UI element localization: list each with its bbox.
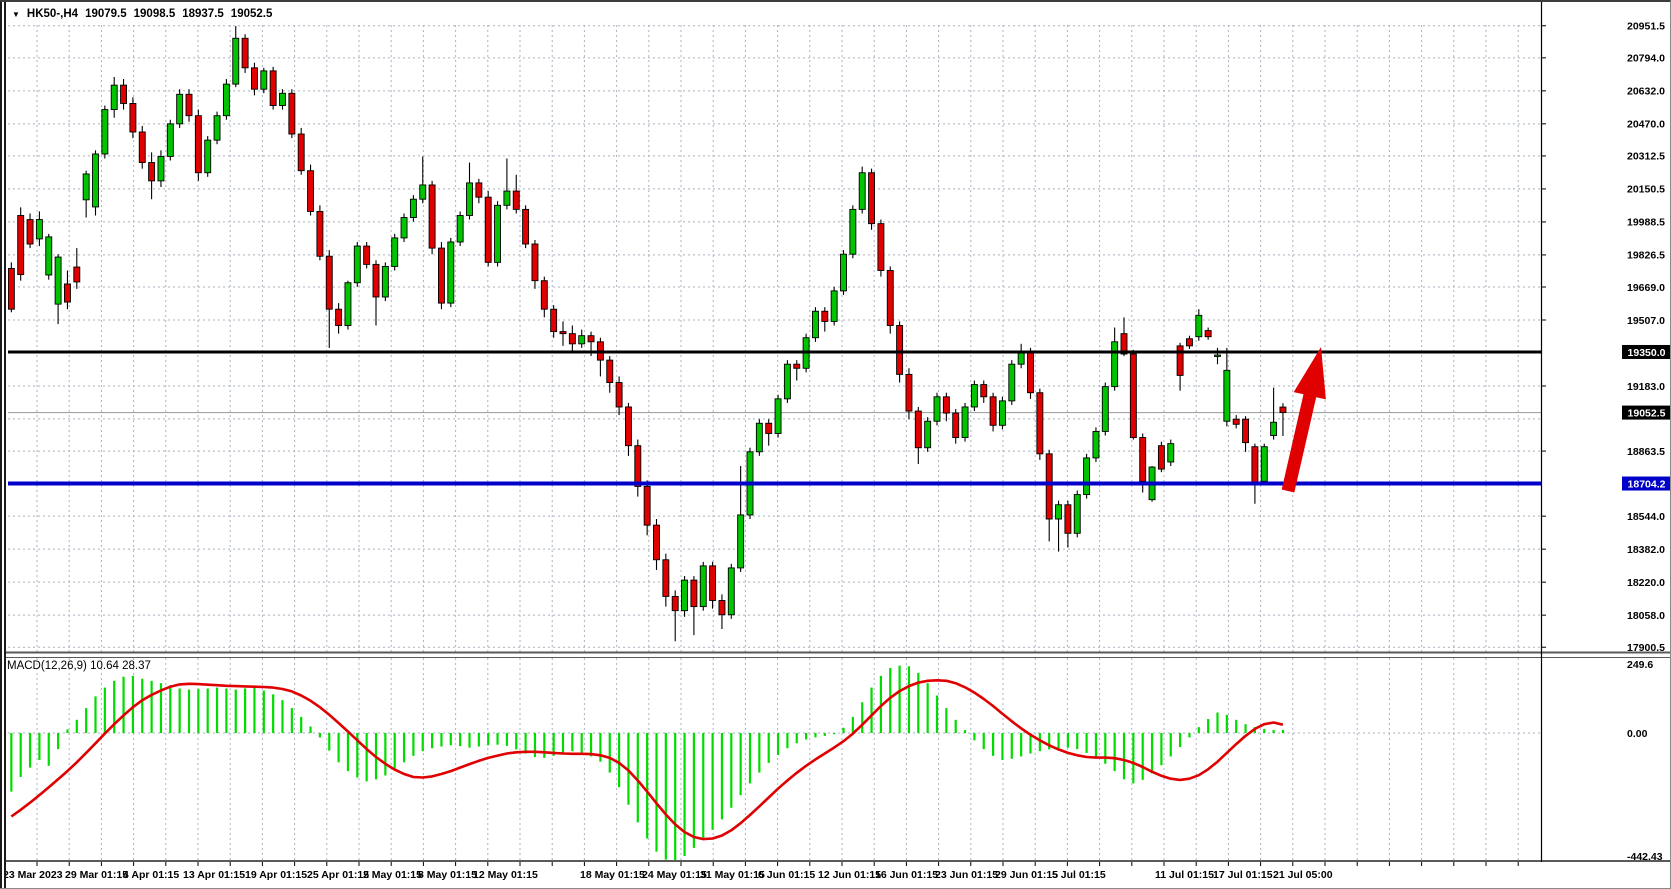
time-axis-label: 12 May 01:15: [473, 869, 538, 881]
price-badge-label: 18704.2: [1628, 478, 1666, 490]
time-axis-label: 24 May 01:15: [642, 869, 707, 881]
time-axis-label: 23 Jun 01:15: [935, 869, 998, 881]
price-badge-label: 19052.5: [1628, 407, 1666, 419]
time-axis-label: 16 Jun 01:15: [875, 869, 938, 881]
chart-title-bar: ▼ HK50-,H4 19079.5 19098.5 18937.5 19052…: [12, 6, 272, 22]
price-axis-label: 18863.5: [1627, 446, 1665, 458]
time-axis-label: 2 May 01:15: [363, 869, 422, 881]
time-axis-label: 13 Apr 01:15: [183, 869, 245, 881]
price-axis-label: 19507.0: [1627, 315, 1665, 327]
price-axis-label: 20794.0: [1627, 53, 1665, 65]
price-axis[interactable]: 20951.5 20794.0 20632.0 20470.0 20312.5 20150…: [1541, 2, 1671, 863]
price-axis-label: 20470.0: [1627, 119, 1665, 131]
price-axis-label: 18544.0: [1627, 511, 1665, 523]
time-axis-label: 4 Apr 01:15: [123, 869, 179, 881]
macd-main-value: 10.64: [90, 660, 119, 672]
time-axis-label: 8 May 01:15: [418, 869, 477, 881]
macd-axis-label: 0.00: [1627, 728, 1648, 740]
price-axis-label: 20632.0: [1627, 86, 1665, 98]
time-axis-label: 21 Jul 05:00: [1273, 869, 1333, 881]
up-arrow-annotation[interactable]: [1282, 347, 1326, 493]
ohlc-open: 19079.5: [85, 8, 127, 20]
time-axis[interactable]: 23 Mar 202329 Mar 01:154 Apr 01:15 13 Apr…: [3, 862, 1518, 881]
time-axis-label: 29 Jun 01:15: [995, 869, 1058, 881]
price-axis-label: 19826.5: [1627, 250, 1665, 262]
macd-layer[interactable]: [11, 666, 1283, 862]
time-axis-label: 25 Apr 01:15: [307, 869, 369, 881]
time-axis-label: 31 May 01:15: [700, 869, 765, 881]
price-axis-label: 19988.5: [1627, 217, 1665, 229]
window-left-splitter[interactable]: [0, 2, 6, 889]
chart-canvas[interactable]: 20951.5 20794.0 20632.0 20470.0 20312.5 20150…: [0, 2, 1671, 889]
price-axis-label: 19183.0: [1627, 381, 1665, 393]
pane-separators[interactable]: [0, 653, 1671, 862]
time-axis-label: 19 Apr 01:15: [245, 869, 307, 881]
macd-name: MACD(12,26,9): [7, 660, 87, 672]
time-axis-label: 17 Jul 01:15: [1213, 869, 1273, 881]
time-axis-label: 11 Jul 01:15: [1155, 869, 1214, 881]
price-axis-label: 18220.0: [1627, 577, 1665, 589]
time-axis-label: 23 Mar 2023: [3, 869, 63, 881]
ohlc-high: 19098.5: [134, 8, 176, 20]
time-axis-label: 18 May 01:15: [580, 869, 645, 881]
ohlc-low: 18937.5: [182, 8, 224, 20]
macd-indicator-label: MACD(12,26,9) 10.64 28.37: [7, 660, 151, 672]
ohlc-close: 19052.5: [231, 8, 273, 20]
grid-layer: [5, 25, 1541, 863]
price-badge-label: 19350.0: [1628, 347, 1666, 359]
time-axis-label: 12 Jun 01:15: [818, 869, 881, 881]
macd-axis-label: 249.6: [1627, 659, 1653, 671]
macd-axis-label: -442.43: [1627, 851, 1663, 863]
price-axis-label: 19669.0: [1627, 282, 1665, 294]
price-axis-label: 18058.0: [1627, 610, 1665, 622]
price-axis-label: 20312.5: [1627, 151, 1665, 163]
macd-signal-value: 28.37: [122, 660, 151, 672]
time-axis-label: 5 Jul 01:15: [1052, 869, 1106, 881]
price-axis-label: 18382.0: [1627, 544, 1665, 556]
time-axis-label: 29 Mar 01:15: [65, 869, 128, 881]
chevron-down-icon[interactable]: ▼: [12, 10, 20, 19]
mt4-chart-window: ▼ HK50-,H4 19079.5 19098.5 18937.5 19052…: [0, 0, 1671, 889]
price-axis-label: 20951.5: [1627, 21, 1665, 33]
symbol-period-label: HK50-,H4: [27, 8, 78, 20]
price-axis-label: 20150.5: [1627, 184, 1665, 196]
price-axis-label: 17900.5: [1627, 642, 1665, 654]
time-axis-label: 6 Jun 01:15: [758, 869, 815, 881]
